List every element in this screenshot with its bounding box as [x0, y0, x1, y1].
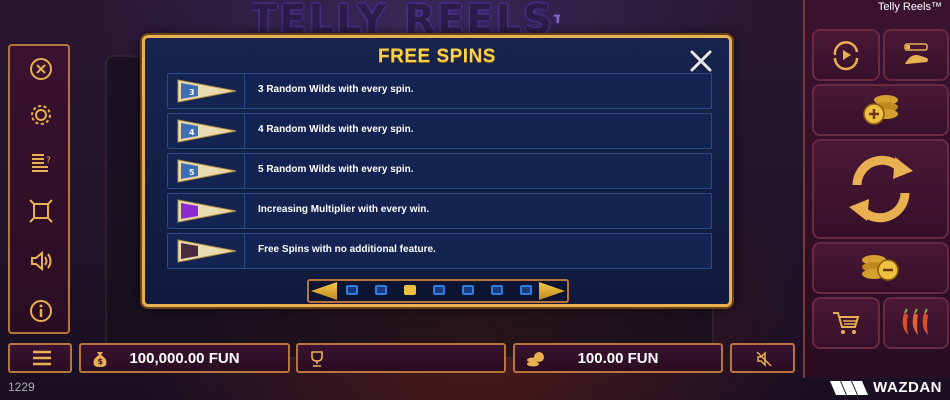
spin-icon [848, 155, 913, 223]
fullscreen-icon [29, 199, 53, 223]
page-dot[interactable] [491, 285, 503, 295]
close-icon [30, 58, 52, 80]
pennant-badge-icon [177, 239, 237, 263]
fullscreen-button[interactable] [26, 196, 56, 226]
buy-feature-button[interactable] [812, 297, 880, 349]
balance-value: 100,000.00 FUN [129, 349, 240, 367]
feature-description: Free Spins with no additional feature. [258, 244, 436, 255]
game-logo: TELLY REELSTM [250, 0, 560, 38]
gamble-feature-button[interactable] [883, 297, 949, 349]
feature-row: 3 3 Random Wilds with every spin. [167, 73, 712, 109]
right-control-panel: Telly Reels™ [803, 0, 950, 378]
pennant-badge-icon: 5 [177, 159, 237, 183]
next-page-button[interactable] [539, 282, 565, 300]
paytable-icon: ? [32, 154, 51, 172]
feature-row: Free Spins with no additional feature. [167, 233, 712, 269]
svg-text:3: 3 [189, 88, 195, 97]
page-dot[interactable] [462, 285, 474, 295]
previous-page-button[interactable] [311, 282, 337, 300]
info-icon [30, 300, 52, 322]
feature-badge-cell [168, 194, 245, 228]
feature-description: 5 Random Wilds with every spin. [258, 164, 414, 175]
close-icon [689, 49, 713, 73]
win-display [296, 343, 506, 373]
autoplay-icon [833, 41, 859, 71]
sound-icon [31, 250, 52, 272]
svg-text:5: 5 [189, 168, 195, 177]
chili-peppers-icon [902, 308, 928, 335]
turtle-speed-icon [904, 43, 928, 64]
dialog-close-button[interactable] [688, 48, 714, 74]
brand-name: WAZDAN [873, 379, 942, 396]
coin-plus-icon [862, 95, 898, 125]
left-menu-panel: ? [8, 44, 70, 334]
page-dot[interactable] [346, 285, 358, 295]
mute-button[interactable] [730, 343, 795, 373]
turbo-speed-button[interactable] [883, 29, 949, 81]
coin-minus-icon [861, 255, 899, 281]
page-indicator [307, 279, 569, 303]
feature-badge-cell: 4 [168, 114, 245, 148]
feature-row: 4 4 Random Wilds with every spin. [167, 113, 712, 149]
hamburger-menu-icon [33, 350, 51, 366]
pennant-badge-icon [177, 199, 237, 223]
game-title: Telly Reels™ [877, 1, 942, 13]
feature-description: 4 Random Wilds with every spin. [258, 124, 414, 135]
page-dot[interactable] [433, 285, 445, 295]
bet-display: 100.00 FUN [513, 343, 723, 373]
spin-button[interactable] [812, 139, 949, 239]
clock-time: 1229 [8, 380, 35, 394]
feature-row: Increasing Multiplier with every win. [167, 193, 712, 229]
bet-value: 100.00 FUN [577, 349, 659, 367]
page-dot[interactable] [375, 285, 387, 295]
feature-row: 5 5 Random Wilds with every spin. [167, 153, 712, 189]
coins-icon [527, 352, 544, 367]
page-dot[interactable] [404, 285, 416, 295]
svg-text:4: 4 [189, 128, 195, 137]
free-spins-dialog: FREE SPINS 3 3 Random Wilds with every sp… [142, 35, 732, 307]
svg-text:$: $ [98, 357, 104, 366]
dialog-title: FREE SPINS [378, 46, 496, 67]
autoplay-button[interactable] [812, 29, 880, 81]
wazdan-w-icon [830, 380, 869, 395]
pennant-badge-icon: 3 [177, 79, 237, 103]
bet-decrease-button[interactable] [812, 242, 949, 294]
menu-button[interactable] [8, 343, 72, 373]
settings-button[interactable] [26, 100, 56, 130]
trophy-icon [311, 351, 323, 367]
page-dot[interactable] [520, 285, 532, 295]
pennant-badge-icon: 4 [177, 119, 237, 143]
sound-button[interactable] [26, 246, 56, 276]
feature-badge-cell: 5 [168, 154, 245, 188]
wazdan-logo: WAZDAN [830, 379, 942, 396]
balance-display: $ 100,000.00 FUN [79, 343, 290, 373]
feature-description: Increasing Multiplier with every win. [258, 204, 430, 215]
money-bag-icon: $ [93, 352, 107, 367]
feature-badge-cell [168, 234, 245, 268]
info-button[interactable] [26, 296, 56, 326]
close-game-button[interactable] [26, 54, 56, 84]
muted-speaker-icon [756, 351, 772, 367]
paytable-button[interactable]: ? [26, 147, 56, 177]
feature-badge-cell: 3 [168, 74, 245, 108]
bet-increase-button[interactable] [812, 84, 949, 136]
cart-icon [833, 312, 860, 334]
feature-description: 3 Random Wilds with every spin. [258, 84, 414, 95]
gear-icon [31, 105, 51, 125]
svg-text:?: ? [46, 156, 51, 166]
